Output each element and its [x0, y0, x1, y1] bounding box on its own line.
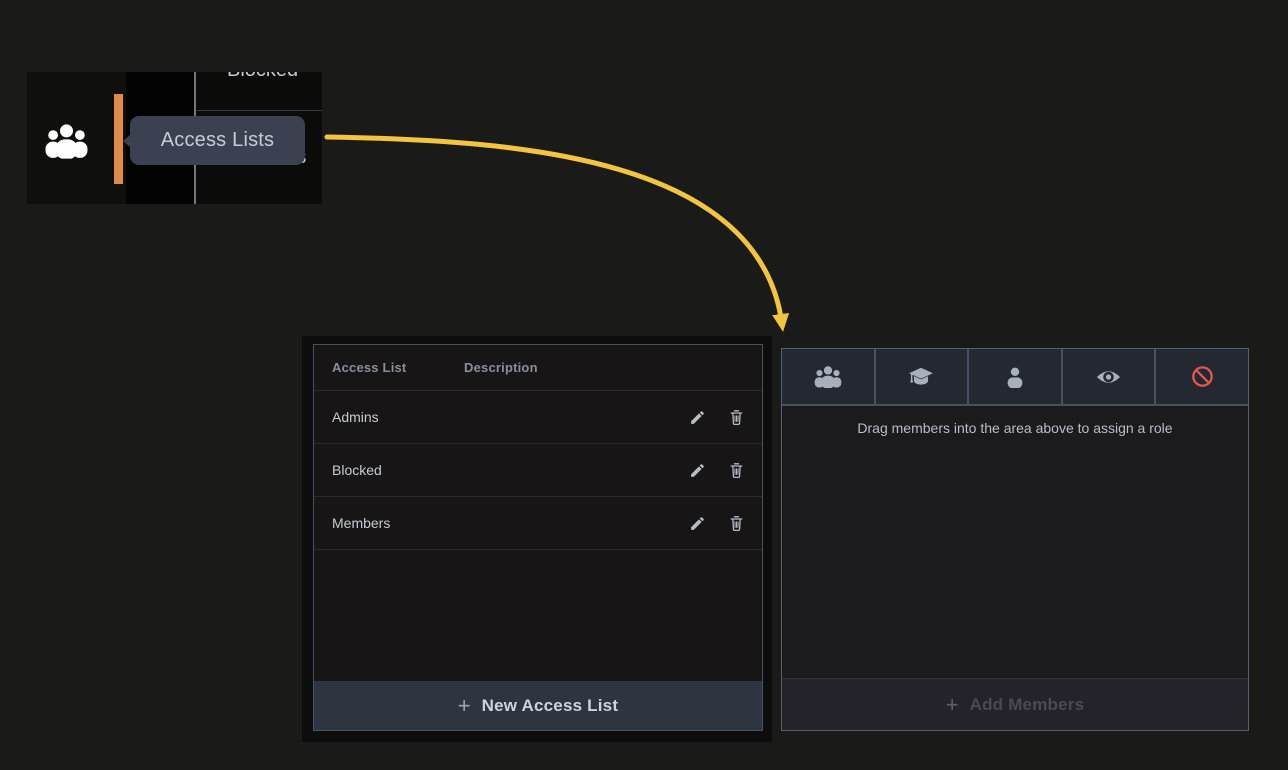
- edit-icon[interactable]: [688, 408, 706, 426]
- role-cell-viewer[interactable]: [1063, 349, 1157, 404]
- plus-icon: +: [946, 694, 959, 716]
- access-lists-table: Access List Description Admins Blocked: [313, 344, 763, 731]
- eye-icon: [1095, 366, 1122, 388]
- edit-icon[interactable]: [688, 461, 706, 479]
- column-header-access-list: Access List: [332, 360, 406, 375]
- access-list-name: Blocked: [314, 462, 464, 478]
- tooltip-tail: [123, 134, 131, 148]
- column-header-description: Description: [464, 360, 538, 375]
- add-members-label: Add Members: [970, 695, 1085, 715]
- access-list-name: Members: [314, 515, 464, 531]
- trash-icon[interactable]: [727, 514, 745, 532]
- new-access-list-label: New Access List: [482, 696, 619, 716]
- people-group-icon: [813, 365, 843, 388]
- role-cell-teacher[interactable]: [876, 349, 970, 404]
- new-access-list-button[interactable]: + New Access List: [314, 681, 762, 730]
- row-divider: [197, 110, 322, 111]
- edit-icon[interactable]: [688, 514, 706, 532]
- role-drop-bar: [782, 349, 1248, 406]
- sidebar-fragment: Blocked Members Access Lists: [27, 72, 322, 204]
- people-group-icon[interactable]: [43, 122, 90, 159]
- screen: Blocked Members Access Lists Access List…: [0, 0, 1288, 770]
- clipped-row-label-top: Blocked: [227, 72, 298, 82]
- access-list-name: Admins: [314, 409, 464, 425]
- role-cell-admin[interactable]: [782, 349, 876, 404]
- person-icon: [1003, 366, 1027, 388]
- access-lists-panel: Access List Description Admins Blocked: [302, 336, 772, 742]
- trash-icon[interactable]: [727, 408, 745, 426]
- blocked-icon: [1190, 364, 1215, 389]
- tooltip-label: Access Lists: [161, 129, 275, 152]
- add-members-button[interactable]: + Add Members: [782, 678, 1248, 730]
- access-lists-tooltip: Access Lists: [130, 116, 305, 165]
- active-nav-indicator: [114, 94, 123, 184]
- trash-icon[interactable]: [727, 461, 745, 479]
- role-cell-member[interactable]: [969, 349, 1063, 404]
- table-header: Access List Description: [314, 345, 762, 391]
- members-drop-area[interactable]: [782, 436, 1248, 678]
- drag-members-hint: Drag members into the area above to assi…: [782, 420, 1248, 436]
- table-row[interactable]: Admins: [314, 391, 762, 444]
- row-actions: [688, 408, 762, 426]
- graduation-cap-icon: [908, 366, 934, 388]
- row-actions: [688, 514, 762, 532]
- plus-icon: +: [458, 695, 471, 717]
- members-panel: Drag members into the area above to assi…: [781, 348, 1249, 731]
- table-empty-area: [314, 550, 762, 681]
- role-cell-blocked[interactable]: [1156, 349, 1248, 404]
- table-row[interactable]: Members: [314, 497, 762, 550]
- row-actions: [688, 461, 762, 479]
- table-row[interactable]: Blocked: [314, 444, 762, 497]
